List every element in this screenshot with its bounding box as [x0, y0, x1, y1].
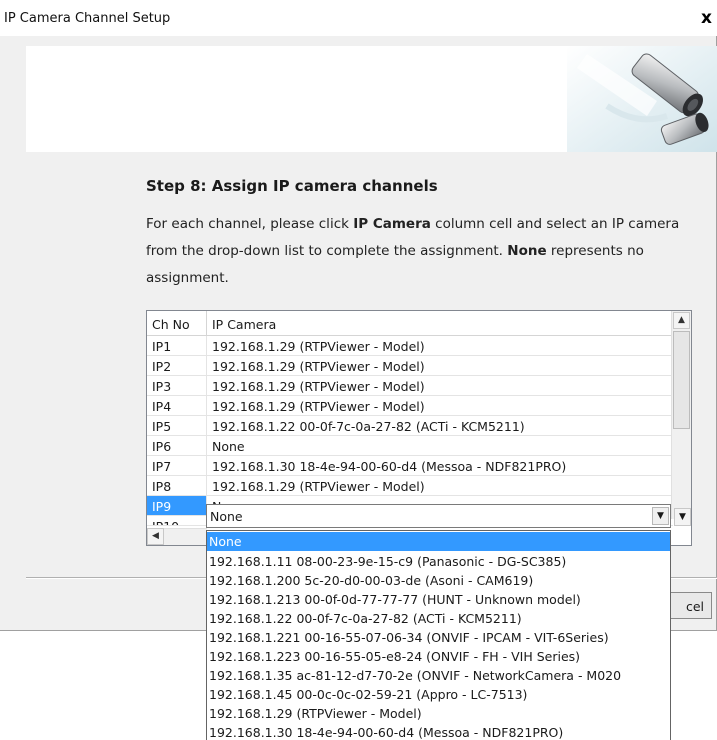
cell-ip-camera[interactable]: None [207, 436, 673, 455]
ip-camera-combobox[interactable]: None ▼ [206, 504, 671, 528]
banner [26, 46, 717, 152]
grid-vertical-scrollbar[interactable]: ▲ [671, 311, 691, 519]
cell-ch-no: IP3 [147, 376, 207, 395]
dropdown-option[interactable]: 192.168.1.35 ac-81-12-d7-70-2e (ONVIF - … [207, 666, 670, 685]
cell-ip-camera[interactable]: 192.168.1.29 (RTPViewer - Model) [207, 476, 673, 495]
scroll-down-icon[interactable]: ▼ [674, 508, 691, 526]
table-row[interactable]: IP4 192.168.1.29 (RTPViewer - Model) [147, 396, 673, 416]
table-row[interactable]: IP1 192.168.1.29 (RTPViewer - Model) [147, 336, 673, 356]
instr-bold-none: None [507, 243, 547, 259]
window-title: IP Camera Channel Setup [4, 11, 171, 26]
combobox-value: None [210, 509, 243, 524]
cell-ch-no: IP5 [147, 416, 207, 435]
cell-ch-no: IP8 [147, 476, 207, 495]
cancel-button-label: cel [685, 599, 705, 614]
instructions-text: For each channel, please click IP Camera… [146, 211, 706, 292]
cell-ip-camera[interactable]: 192.168.1.29 (RTPViewer - Model) [207, 396, 673, 415]
dropdown-option[interactable]: 192.168.1.223 00-16-55-05-e8-24 (ONVIF -… [207, 647, 670, 666]
dropdown-option[interactable]: 192.168.1.200 5c-20-d0-00-03-de (Asoni -… [207, 571, 670, 590]
chevron-down-icon[interactable]: ▼ [652, 507, 669, 525]
cell-ch-no: IP6 [147, 436, 207, 455]
dropdown-option[interactable]: 192.168.1.45 00-0c-0c-02-59-21 (Appro - … [207, 685, 670, 704]
dropdown-option[interactable]: 192.168.1.213 00-0f-0d-77-77-77 (HUNT - … [207, 590, 670, 609]
cell-ip-camera[interactable]: 192.168.1.29 (RTPViewer - Model) [207, 376, 673, 395]
table-row[interactable]: IP6 None [147, 436, 673, 456]
cell-ch-no: IP1 [147, 336, 207, 355]
cell-ip-camera[interactable]: 192.168.1.29 (RTPViewer - Model) [207, 356, 673, 375]
table-row[interactable]: IP8 192.168.1.29 (RTPViewer - Model) [147, 476, 673, 496]
table-row[interactable]: IP3 192.168.1.29 (RTPViewer - Model) [147, 376, 673, 396]
close-icon[interactable]: x [701, 9, 717, 27]
dropdown-option[interactable]: 192.168.1.22 00-0f-7c-0a-27-82 (ACTi - K… [207, 609, 670, 628]
instr-bold-ip-camera: IP Camera [353, 216, 431, 232]
dropdown-option-none[interactable]: None [207, 532, 670, 551]
dropdown-option[interactable]: 192.168.1.11 08-00-23-9e-15-c9 (Panasoni… [207, 552, 670, 571]
cell-ip-camera[interactable]: 192.168.1.22 00-0f-7c-0a-27-82 (ACTi - K… [207, 416, 673, 435]
grid-horizontal-scrollbar[interactable]: ◀ [147, 528, 207, 545]
ip-camera-illustration-icon [567, 46, 717, 152]
instr-part-1: For each channel, please click [146, 216, 354, 232]
column-header-ch-no[interactable]: Ch No [147, 311, 207, 335]
cell-ch-no: IP2 [147, 356, 207, 375]
scrollbar-thumb[interactable] [673, 331, 690, 429]
cell-ip-camera[interactable]: 192.168.1.29 (RTPViewer - Model) [207, 336, 673, 355]
title-bar: IP Camera Channel Setup x [0, 0, 717, 36]
dropdown-option[interactable]: 192.168.1.29 (RTPViewer - Model) [207, 704, 670, 723]
cell-ch-no: IP4 [147, 396, 207, 415]
scroll-up-icon[interactable]: ▲ [673, 312, 690, 329]
scroll-left-icon[interactable]: ◀ [147, 528, 164, 545]
cell-ch-no: IP9 [147, 496, 207, 515]
ip-camera-dropdown-list[interactable]: None 192.168.1.11 08-00-23-9e-15-c9 (Pan… [206, 530, 671, 740]
dropdown-option[interactable]: 192.168.1.30 18-4e-94-00-60-d4 (Messoa -… [207, 723, 670, 740]
table-row[interactable]: IP7 192.168.1.30 18-4e-94-00-60-d4 (Mess… [147, 456, 673, 476]
dropdown-option[interactable]: 192.168.1.221 00-16-55-07-06-34 (ONVIF -… [207, 628, 670, 647]
table-row[interactable]: IP5 192.168.1.22 00-0f-7c-0a-27-82 (ACTi… [147, 416, 673, 436]
cell-ch-no: IP7 [147, 456, 207, 475]
cell-ch-no: IP10 [147, 516, 207, 525]
table-row[interactable]: IP2 192.168.1.29 (RTPViewer - Model) [147, 356, 673, 376]
column-header-ip-camera[interactable]: IP Camera [207, 311, 673, 335]
grid-header: Ch No IP Camera [147, 311, 673, 336]
step-title: Step 8: Assign IP camera channels [146, 177, 438, 195]
cell-ip-camera[interactable]: 192.168.1.30 18-4e-94-00-60-d4 (Messoa -… [207, 456, 673, 475]
